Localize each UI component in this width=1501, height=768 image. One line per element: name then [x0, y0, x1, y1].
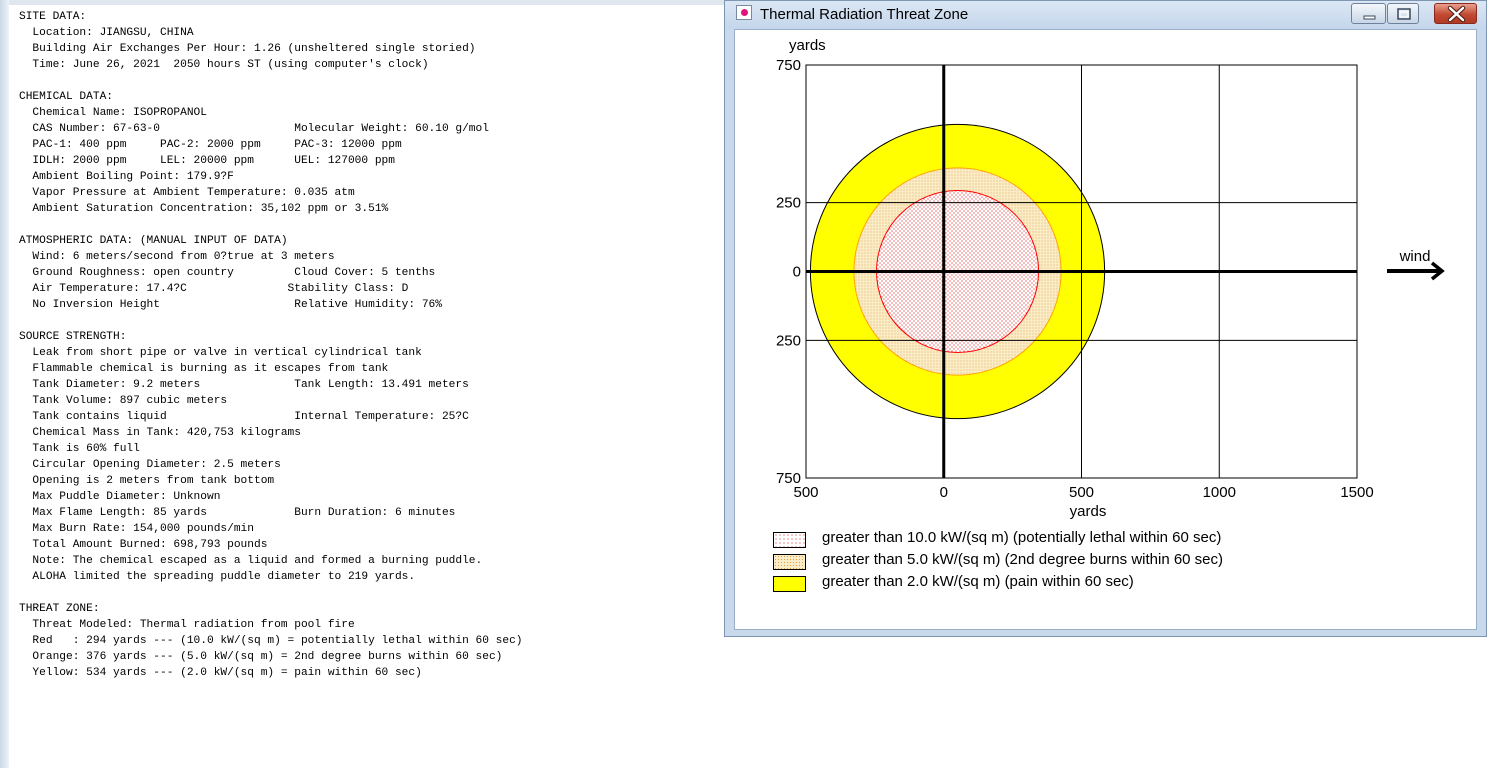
minimize-button[interactable]	[1351, 3, 1386, 24]
text-window-top-border	[0, 0, 725, 5]
x-axis-label: yards	[1070, 503, 1107, 520]
title-bar[interactable]: Thermal Radiation Threat Zone	[725, 1, 1486, 29]
x-tick-label-1: 0	[940, 484, 948, 501]
legend-swatch-red	[773, 532, 806, 548]
text-summary-window: SITE DATA: Location: JIANGSU, CHINA Buil…	[0, 0, 725, 768]
x-tick-label-4: 1500	[1340, 484, 1373, 501]
legend-label-orange: greater than 5.0 kW/(sq m) (2nd degree b…	[822, 551, 1224, 568]
x-tick-label-2: 500	[1069, 484, 1094, 501]
minimize-icon	[1363, 15, 1376, 20]
wind-arrow-icon	[1387, 261, 1445, 281]
window-title: Thermal Radiation Threat Zone	[760, 6, 969, 23]
y-tick-label-4: 750	[776, 470, 801, 487]
legend-swatch-yellow	[773, 576, 806, 592]
y-tick-label-0: 750	[776, 57, 801, 74]
legend-swatch-orange	[773, 554, 806, 570]
y-tick-label-2: 0	[793, 264, 801, 281]
y-tick-label-3: 250	[776, 332, 801, 349]
legend-label-red: greater than 10.0 kW/(sq m) (potentially…	[822, 529, 1222, 546]
y-axis-label: yards	[789, 37, 826, 54]
maximize-button[interactable]	[1387, 3, 1419, 24]
close-icon	[1447, 5, 1466, 23]
text-window-left-border	[0, 0, 9, 768]
legend-label-yellow: greater than 2.0 kW/(sq m) (pain within …	[822, 573, 1134, 590]
app-icon[interactable]	[736, 5, 752, 20]
text-summary-report: SITE DATA: Location: JIANGSU, CHINA Buil…	[19, 11, 523, 679]
plot-area[interactable]: 500 0 500 1000 1500 750 250 0 250 750 yards yards…	[734, 29, 1477, 630]
y-tick-label-1: 250	[776, 195, 801, 212]
x-tick-label-3: 1000	[1203, 484, 1236, 501]
close-button[interactable]	[1434, 3, 1477, 24]
threat-zone-window[interactable]: Thermal Radiation Threat Zone 500 0 500 …	[724, 0, 1487, 637]
wind-label: wind	[1399, 248, 1431, 265]
maximize-icon	[1397, 8, 1411, 20]
